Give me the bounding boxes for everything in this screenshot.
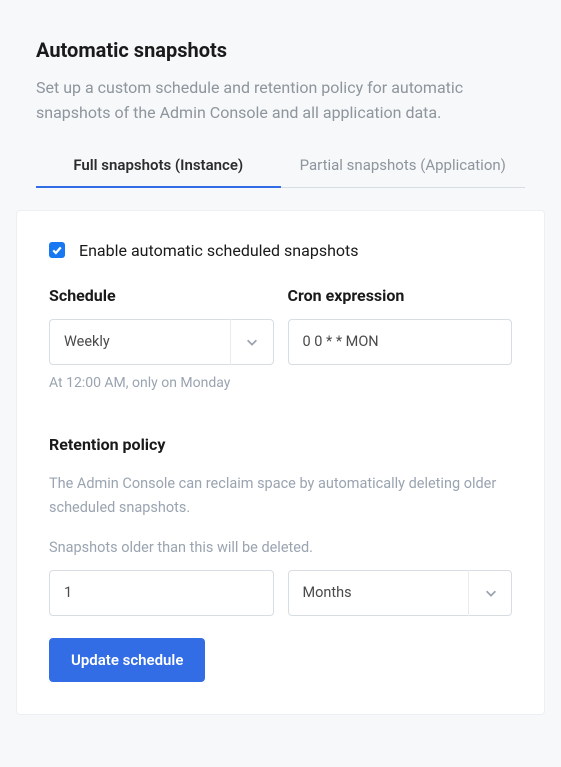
retention-value-field [49,570,274,616]
tabs: Full snapshots (Instance) Partial snapsh… [36,146,525,188]
page-title: Automatic snapshots [36,38,525,62]
schedule-row: Schedule Weekly At 12:00 AM, only on Mon… [49,286,512,391]
schedule-select-value: Weekly [64,333,110,350]
retention-unit-select-wrap: Months [288,570,513,616]
enable-checkbox-label: Enable automatic scheduled snapshots [79,241,359,260]
retention-description: The Admin Console can reclaim space by a… [49,472,512,521]
update-schedule-button[interactable]: Update schedule [49,638,205,682]
schedule-select[interactable]: Weekly [49,319,274,365]
check-icon [51,244,63,256]
enable-checkbox[interactable] [49,242,65,258]
retention-value-input[interactable] [49,570,274,616]
schedule-form: Enable automatic scheduled snapshots Sch… [16,210,545,715]
tab-full-snapshots[interactable]: Full snapshots (Instance) [36,146,281,188]
enable-checkbox-row[interactable]: Enable automatic scheduled snapshots [49,241,512,260]
retention-sub: Snapshots older than this will be delete… [49,539,512,556]
cron-label: Cron expression [288,286,513,305]
schedule-hint: At 12:00 AM, only on Monday [49,375,274,391]
schedule-label: Schedule [49,286,274,305]
retention-unit-value: Months [303,584,352,601]
tab-partial-snapshots[interactable]: Partial snapshots (Application) [281,146,526,188]
retention-unit-select[interactable]: Months [288,570,513,616]
page-description: Set up a custom schedule and retention p… [36,76,525,126]
retention-row: Months [49,570,512,616]
schedule-field: Schedule Weekly At 12:00 AM, only on Mon… [49,286,274,391]
retention-unit-field: Months [288,570,513,616]
cron-input[interactable] [288,319,513,365]
cron-field: Cron expression [288,286,513,365]
retention-title: Retention policy [49,435,512,454]
header-card: Automatic snapshots Set up a custom sche… [16,16,545,188]
schedule-select-wrap: Weekly [49,319,274,365]
